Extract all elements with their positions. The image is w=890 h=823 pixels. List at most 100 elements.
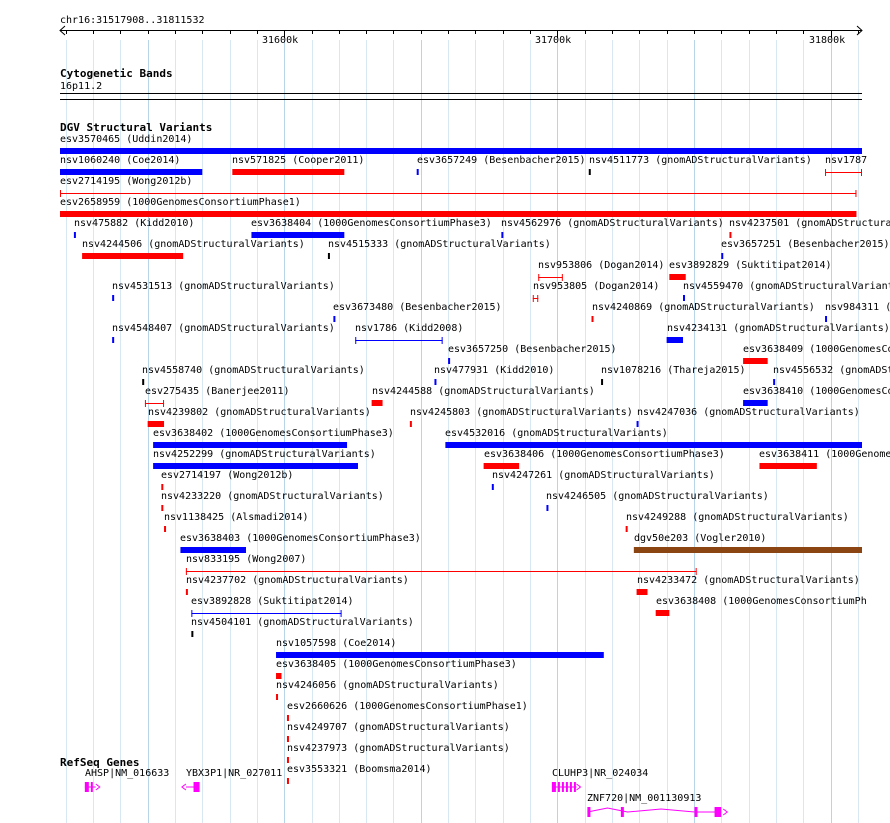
dgv-feature-glyph [636,589,648,595]
dgv-feature-label[interactable]: esv3638402 (1000GenomesConsortiumPhase3) [153,428,394,439]
dgv-feature-label[interactable]: nsv4247261 (gnomADStructuralVariants) [492,470,715,481]
dgv-feature-label[interactable]: nsv4511773 (gnomADStructuralVariants) [589,155,812,166]
dgv-feature-label[interactable]: esv3673480 (Besenbacher2015) [333,302,502,313]
dgv-feature-glyph [153,442,348,448]
refseq-strand-arrow [95,783,101,791]
refseq-gene-exon [565,782,568,792]
dgv-feature-label[interactable]: nsv4559470 (gnomADStructuralVariants) [683,281,890,292]
dgv-feature-label[interactable]: esv3638408 (1000GenomesConsortiumPh [656,596,867,607]
dgv-feature-label[interactable]: esv3553321 (Boomsma2014) [287,764,432,775]
dgv-feature-glyph [161,505,164,511]
dgv-feature-label[interactable]: nsv4234131 (gnomADStructuralVariants) [667,323,890,334]
dgv-feature-label[interactable]: esv3638403 (1000GenomesConsortiumPhase3) [180,533,421,544]
dgv-feature-label[interactable]: nsv953805 (Dogan2014) [533,281,659,292]
dgv-feature-label[interactable]: esv3638404 (1000GenomesConsortiumPhase3) [251,218,492,229]
dgv-feature-label[interactable]: esv3657251 (Besenbacher2015) [721,239,890,250]
dgv-feature-label[interactable]: nsv4515333 (gnomADStructuralVariants) [328,239,551,250]
dgv-feature-glyph [434,379,437,385]
dgv-feature-label[interactable]: nsv4531513 (gnomADStructuralVariants) [112,281,335,292]
dgv-feature-label[interactable]: esv3638406 (1000GenomesConsortiumPhase3) [484,449,725,460]
dgv-feature-label[interactable]: nsv4237501 (gnomADStructuralVariants) [729,218,890,229]
dgv-feature-glyph [164,526,167,532]
dgv-feature-label[interactable]: nsv984311 (Suz [825,302,890,313]
dgv-feature-glyph [445,442,862,448]
dgv-feature-label[interactable]: nsv4246056 (gnomADStructuralVariants) [276,680,499,691]
dgv-feature-label[interactable]: esv2658959 (1000GenomesConsortiumPhase1) [60,197,301,208]
dgv-feature-label[interactable]: nsv1057598 (Coe2014) [276,638,396,649]
dgv-feature-glyph [546,505,549,511]
dgv-feature-label[interactable]: esv2714197 (Wong2012b) [161,470,293,481]
dgv-feature-label[interactable]: nsv477931 (Kidd2010) [434,365,554,376]
dgv-feature-label[interactable]: nsv4233220 (gnomADStructuralVariants) [161,491,384,502]
dgv-feature-label[interactable]: nsv953806 (Dogan2014) [538,260,664,271]
dgv-feature-glyph [276,652,604,658]
dgv-feature-label[interactable]: esv4532016 (gnomADStructuralVariants) [445,428,668,439]
dgv-feature-label[interactable]: nsv4237702 (gnomADStructuralVariants) [186,575,409,586]
dgv-feature-label[interactable]: nsv1786 (Kidd2008) [355,323,463,334]
dgv-feature-label[interactable]: esv3892828 (Suktitipat2014) [191,596,354,607]
dgv-feature-glyph [82,253,184,259]
dgv-feature-label[interactable]: nsv833195 (Wong2007) [186,554,306,565]
dgv-feature-label[interactable]: esv3657249 (Besenbacher2015) [417,155,586,166]
refseq-gene-exon [561,782,564,792]
dgv-feature-label[interactable]: nsv4244506 (gnomADStructuralVariants) [82,239,305,250]
dgv-feature-label[interactable]: nsv571825 (Cooper2011) [232,155,364,166]
dgv-feature-glyph [636,421,639,427]
genome-browser-view: chr16:31517908..31811532 31600k 31700k 318… [0,0,890,823]
refseq-gene-exon [620,807,624,817]
dgv-feature-label[interactable]: nsv4504101 (gnomADStructuralVariants) [191,617,414,628]
dgv-feature-label[interactable]: nsv4556532 (gnomADStr [773,365,890,376]
dgv-feature-label[interactable]: esv3657250 (Besenbacher2015) [448,344,617,355]
refseq-gene-label[interactable]: CLUHP3|NR_024034 [552,768,648,779]
dgv-feature-label[interactable]: nsv4252299 (gnomADStructuralVariants) [153,449,376,460]
dgv-feature-label[interactable]: nsv4249288 (gnomADStructuralVariants) [626,512,849,523]
refseq-gene-exon [573,782,576,792]
refseq-gene-exon [84,782,89,792]
dgv-feature-glyph [73,232,76,238]
dgv-feature-glyph [416,169,419,175]
dgv-feature-glyph [153,463,358,469]
dgv-feature-glyph [276,673,282,679]
dgv-feature-glyph [191,631,194,637]
dgv-feature-label[interactable]: esv3638410 (1000GenomesCon [743,386,890,397]
dgv-feature-label[interactable]: esv2714195 (Wong2012b) [60,176,192,187]
dgv-feature-label[interactable]: nsv4244588 (gnomADStructuralVariants) [372,386,595,397]
dgv-feature-label[interactable]: nsv1138425 (Alsmadi2014) [164,512,309,523]
dgv-feature-label[interactable]: nsv4247036 (gnomADStructuralVariants) [637,407,860,418]
dgv-feature-label[interactable]: esv3638405 (1000GenomesConsortiumPhase3) [276,659,517,670]
dgv-feature-glyph [185,589,188,595]
dgv-feature-label[interactable]: nsv4246505 (gnomADStructuralVariants) [546,491,769,502]
dgv-feature-label[interactable]: nsv1787 [825,155,867,166]
dgv-feature-label[interactable]: nsv4240869 (gnomADStructuralVariants) [592,302,815,313]
dgv-feature-glyph [180,547,246,553]
dgv-feature-label[interactable]: esv3638409 (1000GenomesCon [743,344,890,355]
dgv-feature-label[interactable]: nsv475882 (Kidd2010) [74,218,194,229]
dgv-feature-label[interactable]: dgv50e203 (Vogler2010) [634,533,766,544]
dgv-feature-label[interactable]: nsv1078216 (Thareja2015) [601,365,746,376]
refseq-gene-label[interactable]: AHSP|NM_016633 [85,768,169,779]
dgv-feature-glyph [759,463,817,469]
dgv-feature-label[interactable]: esv275435 (Banerjee2011) [145,386,290,397]
dgv-feature-label[interactable]: esv2660626 (1000GenomesConsortiumPhase1) [287,701,528,712]
dgv-feature-label[interactable]: nsv4562976 (gnomADStructuralVariants) [501,218,724,229]
refseq-gene-exon [557,782,560,792]
dgv-feature-label[interactable]: nsv1060240 (Coe2014) [60,155,180,166]
dgv-feature-label[interactable]: nsv4558740 (gnomADStructuralVariants) [142,365,365,376]
dgv-feature-label[interactable]: esv3892829 (Suktitipat2014) [669,260,832,271]
dgv-feature-glyph [286,715,289,721]
dgv-feature-label[interactable]: nsv4237973 (gnomADStructuralVariants) [287,743,510,754]
dgv-feature-label[interactable]: esv3570465 (Uddin2014) [60,134,192,145]
dgv-feature-label[interactable]: nsv4239802 (gnomADStructuralVariants) [148,407,371,418]
dgv-feature-glyph [371,400,383,406]
dgv-feature-glyph [286,778,289,784]
dgv-feature-label[interactable]: esv3638411 (1000GenomesCons [759,449,890,460]
refseq-gene-label[interactable]: YBX3P1|NR_027011 [186,768,282,779]
dgv-feature-glyph [60,211,857,217]
dgv-feature-label[interactable]: nsv4548407 (gnomADStructuralVariants) [112,323,335,334]
dgv-feature-label[interactable]: nsv4249707 (gnomADStructuralVariants) [287,722,510,733]
dgv-feature-label[interactable]: nsv4233472 (gnomADStructuralVariants) [637,575,860,586]
dgv-feature-glyph [588,169,591,175]
dgv-feature-label[interactable]: nsv4245803 (gnomADStructuralVariants) [410,407,633,418]
refseq-gene-label[interactable]: ZNF720|NM_001130913 [587,793,701,804]
dgv-feature-glyph [161,484,164,490]
